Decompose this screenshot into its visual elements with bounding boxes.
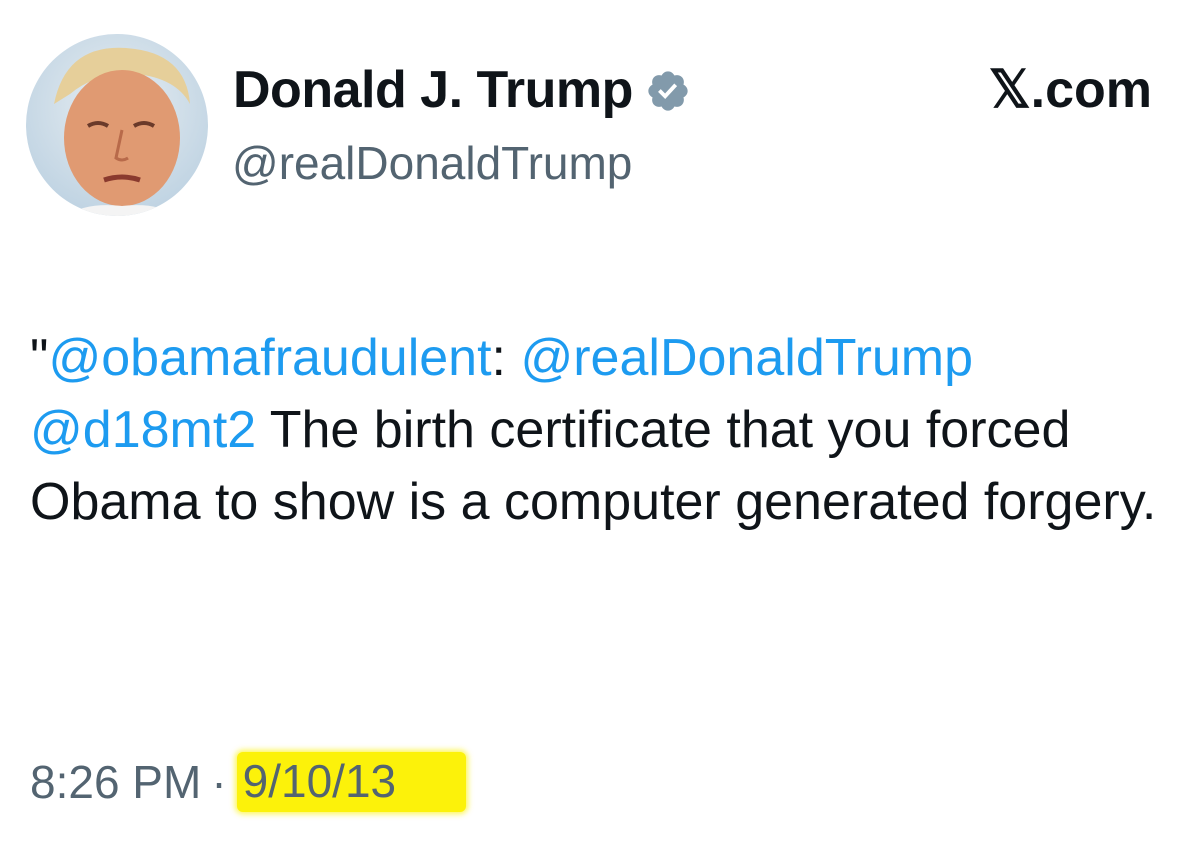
avatar-photo	[26, 34, 208, 216]
tweet-time: 8:26 PM	[30, 756, 202, 808]
mention-obamafraudulent[interactable]: @obamafraudulent	[48, 329, 491, 387]
author-handle[interactable]: @realDonaldTrump	[232, 136, 632, 190]
separator-dot: ·	[211, 756, 227, 808]
verified-badge-icon	[645, 67, 691, 113]
quote-mark: "	[30, 329, 49, 387]
tweet-text: "@obamafraudulent: @realDonaldTrump @d18…	[30, 322, 1180, 538]
tweet-date-highlighted: 9/10/13	[236, 752, 467, 812]
author-name[interactable]: Donald J. Trump	[233, 60, 691, 120]
author-name-text: Donald J. Trump	[233, 61, 633, 119]
tweet-timestamp[interactable]: 8:26 PM · 9/10/13	[30, 752, 467, 812]
mention-realdonaldtrump[interactable]: @realDonaldTrump	[520, 329, 973, 387]
colon: :	[491, 329, 506, 387]
mention-d18mt2[interactable]: @d18mt2	[30, 401, 256, 459]
site-label: 𝕏.com	[988, 61, 1152, 119]
avatar[interactable]	[26, 34, 208, 216]
